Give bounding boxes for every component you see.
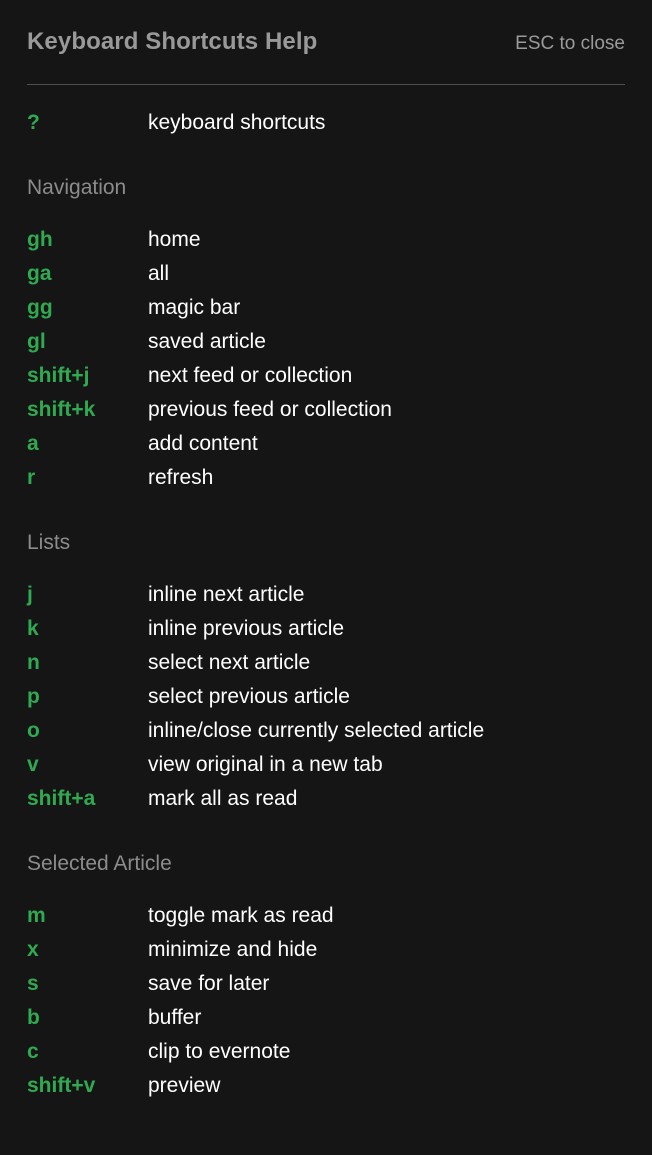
shortcut-description: inline/close currently selected article: [148, 719, 485, 742]
shortcut-row: k inline previous article: [27, 612, 625, 646]
shortcut-key: x: [27, 938, 39, 961]
shortcut-description: view original in a new tab: [148, 753, 383, 776]
shortcut-section: Lists j inline next article k inline previou…: [27, 529, 625, 816]
shortcut-row: j inline next article: [27, 578, 625, 612]
shortcut-key: shift+k: [27, 398, 96, 421]
shortcut-description: all: [148, 262, 170, 285]
shortcut-description: home: [148, 228, 201, 251]
shortcut-key: a: [27, 432, 39, 455]
shortcut-key: k: [27, 617, 39, 640]
shortcut-row: c clip to evernote: [27, 1035, 625, 1069]
shortcut-row: ? keyboard shortcuts: [27, 106, 625, 140]
shortcut-row: ga all: [27, 257, 625, 291]
shortcut-key: v: [27, 753, 39, 776]
shortcut-row: gl saved article: [27, 325, 625, 359]
shortcut-key: b: [27, 1006, 40, 1029]
shortcut-row: p select previous article: [27, 680, 625, 714]
shortcut-row: n select next article: [27, 646, 625, 680]
shortcut-key: shift+a: [27, 787, 96, 810]
section-title: Lists: [27, 531, 71, 554]
shortcut-description: mark all as read: [148, 787, 298, 810]
shortcut-row: shift+a mark all as read: [27, 782, 625, 816]
shortcut-description: next feed or collection: [148, 364, 353, 387]
shortcut-key: shift+j: [27, 364, 90, 387]
shortcut-description: save for later: [148, 972, 270, 995]
shortcut-description: inline next article: [148, 583, 305, 606]
shortcut-key: c: [27, 1040, 39, 1063]
shortcut-row: gh home: [27, 223, 625, 257]
shortcut-key: n: [27, 651, 40, 674]
shortcut-description: add content: [148, 432, 258, 455]
shortcut-row: r refresh: [27, 461, 625, 495]
shortcut-description: saved article: [148, 330, 266, 353]
shortcut-description: inline previous article: [148, 617, 345, 640]
shortcut-section: Selected Article m toggle mark as read x min…: [27, 850, 625, 1103]
shortcut-description: preview: [148, 1074, 221, 1097]
esc-to-close-hint[interactable]: ESC to close: [515, 34, 625, 53]
shortcut-row: m toggle mark as read: [27, 899, 625, 933]
keyboard-shortcuts-panel: Keyboard Shortcuts Help ESC to close ? ke…: [0, 0, 652, 1155]
shortcut-sections: Navigation gh home ga all gg magic bar gl saved …: [27, 174, 625, 1103]
shortcut-description: keyboard shortcuts: [148, 111, 326, 134]
shortcut-description: toggle mark as read: [148, 904, 334, 927]
shortcut-description: refresh: [148, 466, 214, 489]
shortcut-key: ga: [27, 262, 52, 285]
shortcut-row: shift+j next feed or collection: [27, 359, 625, 393]
shortcut-row: o inline/close currently selected article: [27, 714, 625, 748]
shortcut-description: select next article: [148, 651, 311, 674]
shortcut-description: clip to evernote: [148, 1040, 291, 1063]
shortcut-key: ?: [27, 111, 40, 134]
shortcut-row: b buffer: [27, 1001, 625, 1035]
shortcut-key: m: [27, 904, 46, 927]
shortcut-description: minimize and hide: [148, 938, 318, 961]
section-title: Navigation: [27, 176, 127, 199]
shortcut-row: a add content: [27, 427, 625, 461]
shortcut-row: gg magic bar: [27, 291, 625, 325]
shortcut-description: magic bar: [148, 296, 241, 319]
shortcut-section: Navigation gh home ga all gg magic bar gl saved …: [27, 174, 625, 495]
shortcut-key: o: [27, 719, 40, 742]
shortcut-row: shift+k previous feed or collection: [27, 393, 625, 427]
panel-header: Keyboard Shortcuts Help ESC to close: [27, 0, 625, 84]
shortcut-key: shift+v: [27, 1074, 96, 1097]
shortcut-key: gl: [27, 330, 46, 353]
shortcut-key: r: [27, 466, 36, 489]
page-title: Keyboard Shortcuts Help: [27, 28, 318, 55]
shortcut-key: p: [27, 685, 40, 708]
shortcut-row: s save for later: [27, 967, 625, 1001]
shortcut-key: gh: [27, 228, 53, 251]
shortcut-row: x minimize and hide: [27, 933, 625, 967]
shortcut-description: buffer: [148, 1006, 202, 1029]
global-shortcuts-list: ? keyboard shortcuts: [27, 85, 625, 140]
shortcut-row: v view original in a new tab: [27, 748, 625, 782]
shortcut-key: s: [27, 972, 39, 995]
shortcut-description: previous feed or collection: [148, 398, 392, 421]
shortcut-description: select previous article: [148, 685, 350, 708]
shortcut-key: j: [27, 583, 33, 606]
section-title: Selected Article: [27, 852, 172, 875]
shortcut-key: gg: [27, 296, 53, 319]
shortcut-row: shift+v preview: [27, 1069, 625, 1103]
